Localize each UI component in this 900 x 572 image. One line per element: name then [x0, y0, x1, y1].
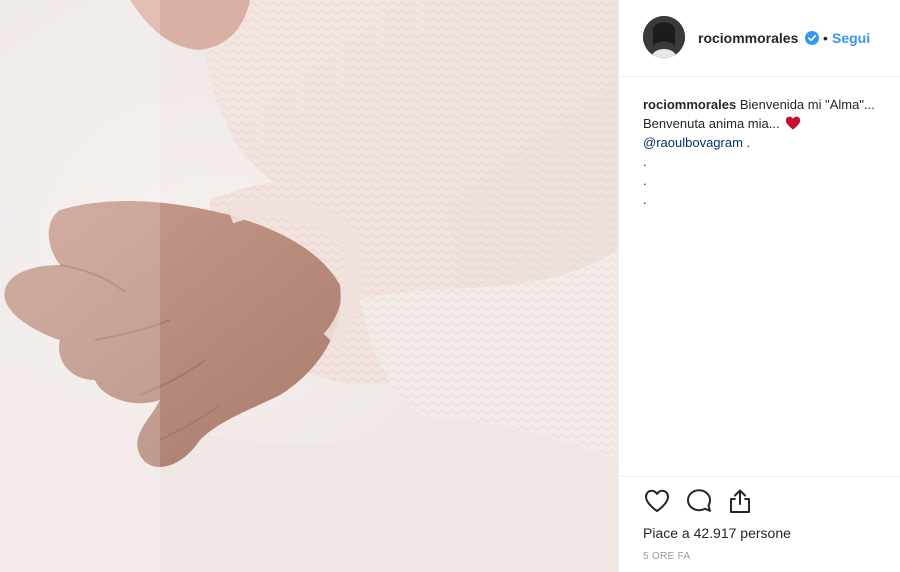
caption-line-2: Benvenuta anima mia... [643, 116, 780, 131]
username-link[interactable]: rociommorales [698, 30, 798, 46]
comment-bubble-icon[interactable] [685, 487, 713, 515]
instagram-post: rociommorales • Segui rociommorales Bien… [0, 0, 900, 572]
likes-count[interactable]: Piace a 42.917 persone [643, 524, 791, 542]
share-icon[interactable] [726, 487, 754, 515]
heart-outline-icon[interactable] [643, 487, 671, 515]
post-header: rociommorales • Segui [619, 0, 900, 77]
caption-line-1: Bienvenida mi "Alma"... [739, 97, 875, 112]
caption-dot-1: . [643, 154, 647, 169]
mention-suffix: . [742, 135, 751, 150]
separator-dot: • [823, 30, 828, 46]
red-heart-emoji-icon [786, 116, 801, 130]
caption-dot-3: . [643, 192, 647, 207]
post-caption: rociommorales Bienvenida mi "Alma"... Be… [643, 95, 899, 209]
avatar-image [643, 16, 685, 58]
caption-username[interactable]: rociommorales [643, 97, 736, 112]
post-sidebar: rociommorales • Segui rociommorales Bien… [618, 0, 900, 572]
verified-badge-icon [805, 31, 819, 45]
follow-button[interactable]: Segui [832, 30, 870, 46]
post-timestamp[interactable]: 5 ORE FA [643, 551, 690, 563]
baby-hand-photo [0, 0, 618, 572]
caption-dot-2: . [643, 173, 647, 188]
mention-link[interactable]: @raoulbovagram [643, 135, 743, 150]
post-photo[interactable] [0, 0, 618, 572]
avatar[interactable] [643, 16, 685, 58]
post-actions: Piace a 42.917 persone 5 ORE FA [619, 476, 900, 572]
